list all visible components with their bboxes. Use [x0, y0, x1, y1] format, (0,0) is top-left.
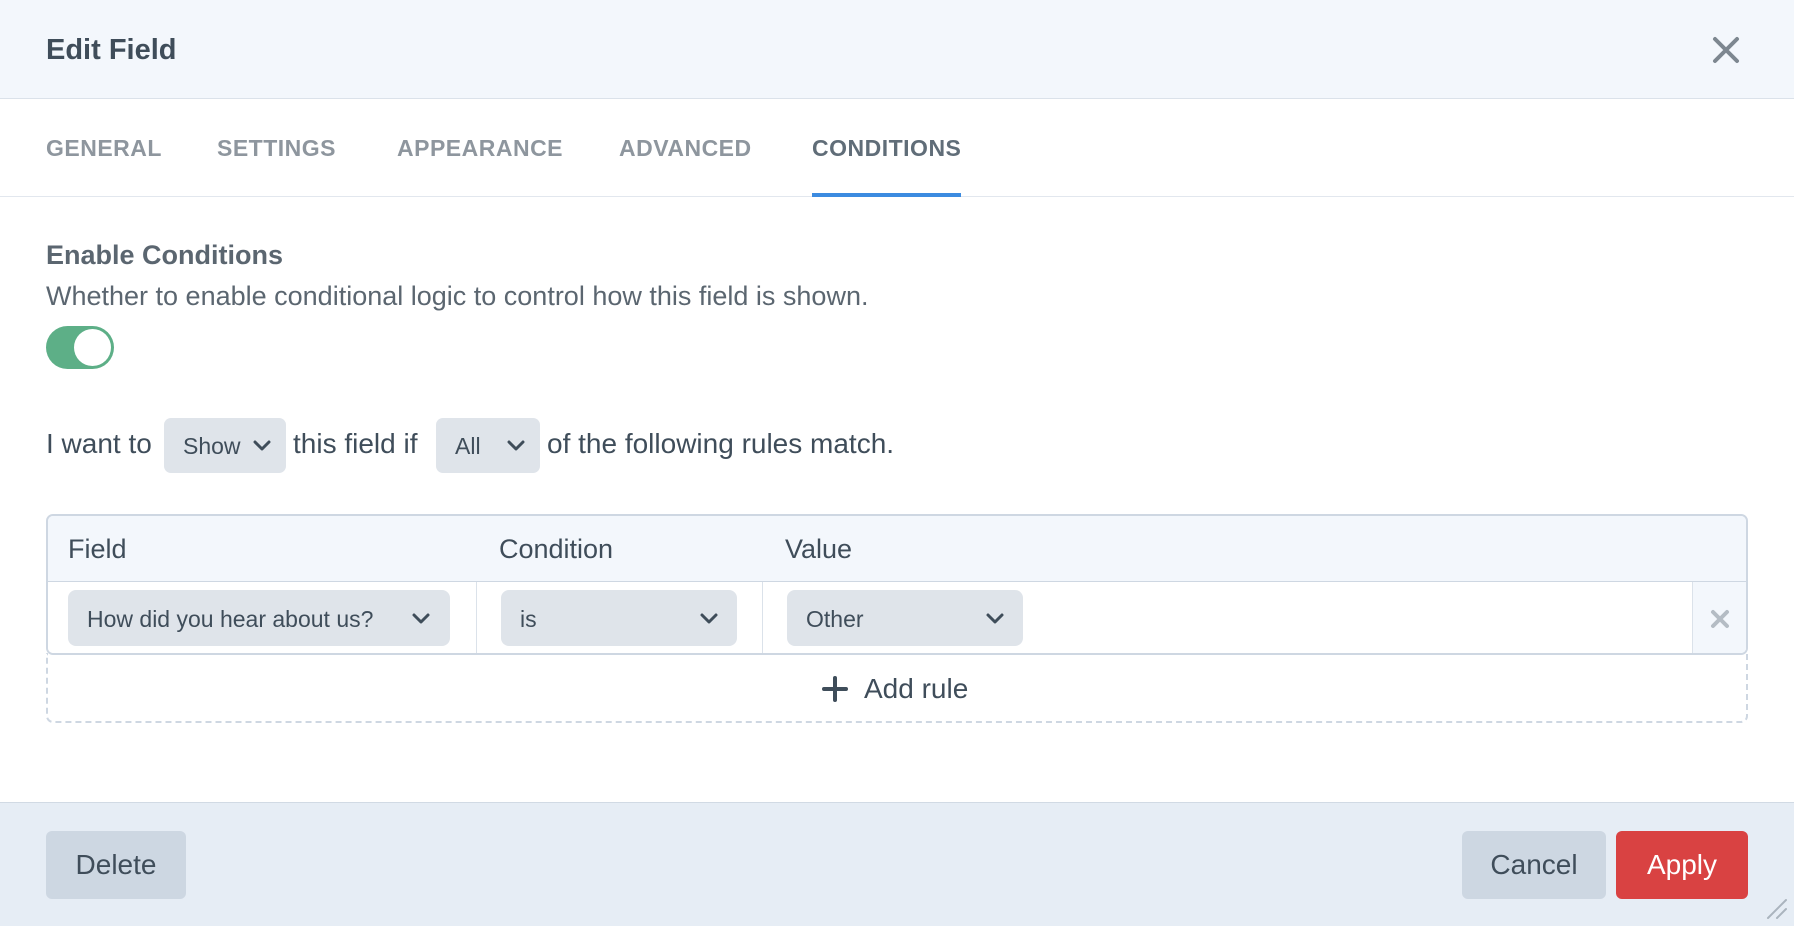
close-icon — [1713, 37, 1739, 63]
tab-general[interactable]: GENERAL — [46, 99, 162, 197]
enable-conditions-description: Whether to enable conditional logic to c… — [46, 281, 869, 311]
sentence-suffix: of the following rules match. — [547, 428, 895, 459]
match-select[interactable]: All — [436, 418, 540, 473]
modal-footer: Delete Cancel Apply — [0, 802, 1794, 926]
match-select-value: All — [455, 433, 481, 459]
column-header-field: Field — [68, 534, 127, 564]
modal-header: Edit Field — [0, 0, 1794, 99]
sentence-middle: this field if — [293, 428, 418, 459]
tab-appearance[interactable]: APPEARANCE — [397, 99, 563, 197]
column-header-value: Value — [785, 534, 853, 564]
resize-handle-icon[interactable] — [1762, 894, 1788, 920]
rules-table: Field Condition Value How did you hear a… — [46, 514, 1748, 655]
remove-rule-button[interactable] — [1692, 582, 1746, 653]
apply-button[interactable]: Apply — [1616, 831, 1748, 899]
rule-condition-select[interactable]: is — [501, 590, 737, 646]
rule-value-select[interactable]: Other — [787, 590, 1023, 646]
sentence-prefix: I want to — [46, 428, 152, 459]
rule-field-select[interactable]: How did you hear about us? — [68, 590, 450, 646]
tab-conditions[interactable]: CONDITIONS — [812, 99, 962, 197]
action-select[interactable]: Show — [164, 418, 286, 473]
chevron-down-icon — [412, 613, 430, 624]
table-row: How did you hear about us? is Other — [48, 582, 1746, 653]
tab-settings[interactable]: SETTINGS — [217, 99, 336, 197]
add-rule-label: Add rule — [864, 673, 969, 704]
chevron-down-icon — [507, 440, 525, 451]
cancel-button[interactable]: Cancel — [1462, 831, 1606, 899]
chevron-down-icon — [253, 440, 271, 451]
close-button[interactable] — [1706, 30, 1746, 70]
remove-rule-icon — [1711, 610, 1729, 628]
rule-value-value: Other — [806, 606, 864, 632]
plus-icon — [822, 676, 848, 702]
column-divider — [476, 582, 477, 653]
tab-bar: GENERAL SETTINGS APPEARANCE ADVANCED CON… — [0, 99, 1794, 197]
toggle-knob — [74, 329, 111, 366]
chevron-down-icon — [986, 613, 1004, 624]
chevron-down-icon — [700, 613, 718, 624]
rule-field-value: How did you hear about us? — [87, 606, 374, 632]
rule-condition-value: is — [520, 606, 537, 632]
add-rule-button[interactable]: Add rule — [46, 653, 1748, 723]
enable-conditions-toggle[interactable] — [46, 326, 114, 369]
rules-table-header: Field Condition Value — [48, 516, 1746, 582]
delete-button[interactable]: Delete — [46, 831, 186, 899]
column-header-condition: Condition — [499, 534, 614, 564]
enable-conditions-heading: Enable Conditions — [46, 240, 284, 270]
action-select-value: Show — [183, 433, 241, 459]
modal-title: Edit Field — [46, 34, 177, 66]
column-divider — [762, 582, 763, 653]
tab-advanced[interactable]: ADVANCED — [619, 99, 752, 197]
